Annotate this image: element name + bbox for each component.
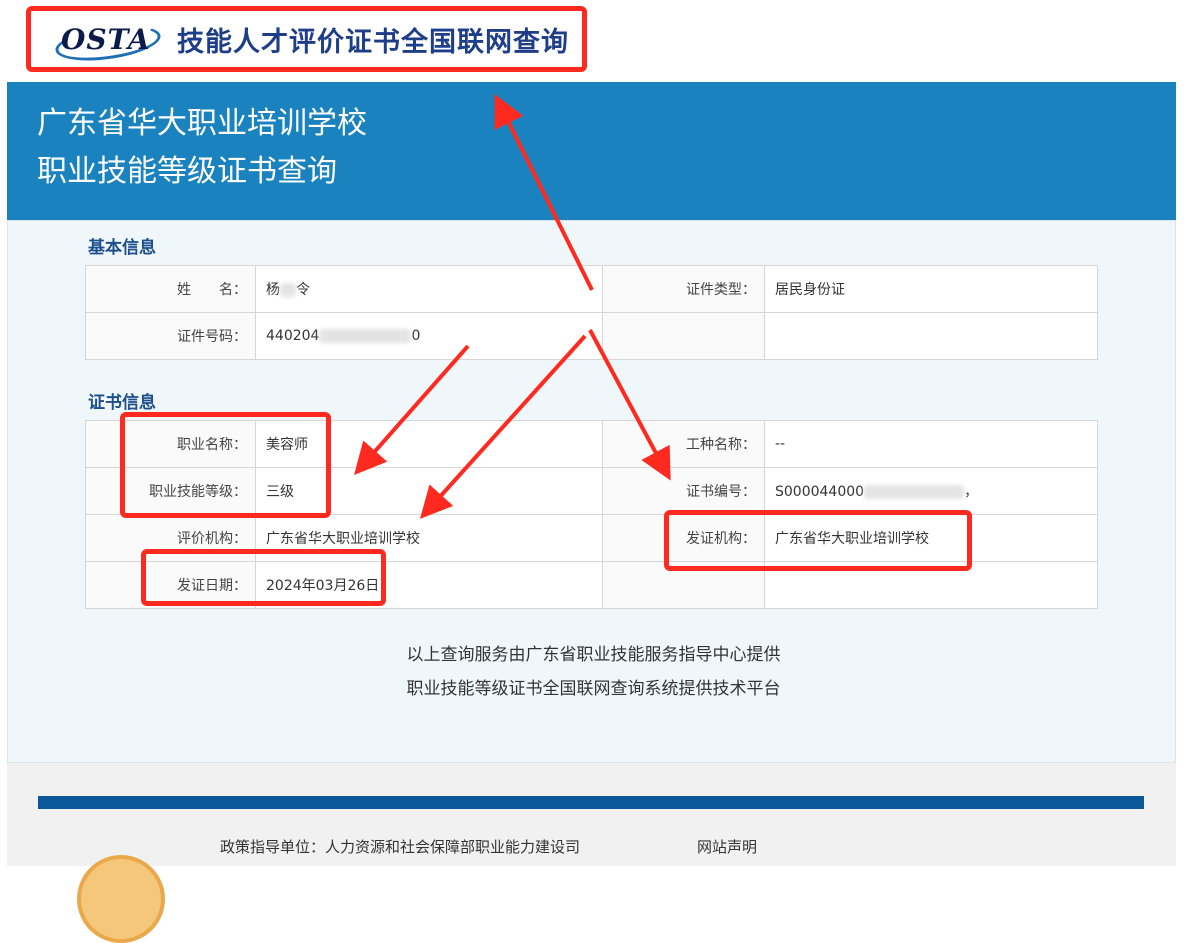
basic-info-title: 基本信息: [88, 238, 156, 258]
policy-unit-text: 政策指导单位：人力资源和社会保障部职业能力建设司: [220, 838, 581, 856]
work-type-label: 工种名称：: [602, 420, 765, 468]
basic-info-table: 姓 名： 杨令 证件类型： 居民身份证 证件号码： 440204 0: [85, 265, 1098, 360]
table-row: 发证日期： 2024年03月26日: [85, 561, 1098, 609]
cert-number-label: 证书编号：: [602, 467, 765, 515]
skill-level-label: 职业技能等级：: [85, 467, 256, 515]
id-type-label: 证件类型：: [602, 265, 765, 313]
service-note: 以上查询服务由广东省职业技能服务指导中心提供: [406, 645, 781, 665]
id-number-label: 证件号码：: [85, 312, 256, 360]
issuer-label: 发证机构：: [602, 514, 765, 562]
id-number-value: 440204 0: [255, 312, 603, 360]
site-title: 技能人才评价证书全国联网查询: [177, 26, 569, 58]
issue-date-value: 2024年03月26日: [255, 561, 603, 609]
skill-level-value: 三级: [255, 467, 603, 515]
footer-divider: [38, 796, 1144, 809]
work-type-value: --: [764, 420, 1098, 468]
osta-logo: OSTA: [53, 19, 163, 67]
table-row: 职业名称： 美容师 工种名称： --: [85, 420, 1098, 468]
empty-cell: [602, 312, 765, 360]
page-banner: 广东省华大职业培训学校 职业技能等级证书查询: [7, 82, 1176, 220]
cert-number-value: S000044000，: [764, 467, 1098, 515]
platform-note: 职业技能等级证书全国联网查询系统提供技术平台: [406, 679, 781, 699]
cert-info-table: 职业名称： 美容师 工种名称： -- 职业技能等级： 三级 证书编号： S000…: [85, 420, 1098, 609]
school-name: 广东省华大职业培训学校: [37, 106, 367, 141]
eval-org-value: 广东省华大职业培训学校: [255, 514, 603, 562]
site-logo-header[interactable]: OSTA 技能人才评价证书全国联网查询: [26, 6, 587, 72]
footer-emblem-icon: [77, 855, 165, 943]
name-label: 姓 名：: [85, 265, 256, 313]
table-row: 证件号码： 440204 0: [85, 312, 1098, 360]
redaction: [319, 329, 412, 343]
empty-cell: [764, 312, 1098, 360]
page-footer: 政策指导单位：人力资源和社会保障部职业能力建设司 网站声明: [7, 763, 1176, 943]
eval-org-label: 评价机构：: [85, 514, 256, 562]
page-subtitle: 职业技能等级证书查询: [37, 154, 337, 189]
id-type-value: 居民身份证: [764, 265, 1098, 313]
name-value: 杨令: [255, 265, 603, 313]
table-row: 评价机构： 广东省华大职业培训学校 发证机构： 广东省华大职业培训学校: [85, 514, 1098, 562]
table-row: 职业技能等级： 三级 证书编号： S000044000，: [85, 467, 1098, 515]
occupation-label: 职业名称：: [85, 420, 256, 468]
issuer-value: 广东省华大职业培训学校: [764, 514, 1098, 562]
table-row: 姓 名： 杨令 证件类型： 居民身份证: [85, 265, 1098, 313]
empty-cell: [602, 561, 765, 609]
redaction: [280, 283, 296, 297]
occupation-value: 美容师: [255, 420, 603, 468]
site-statement-link[interactable]: 网站声明: [697, 836, 757, 857]
cert-info-title: 证书信息: [88, 393, 156, 413]
empty-cell: [764, 561, 1098, 609]
redaction: [864, 485, 965, 499]
issue-date-label: 发证日期：: [85, 561, 256, 609]
